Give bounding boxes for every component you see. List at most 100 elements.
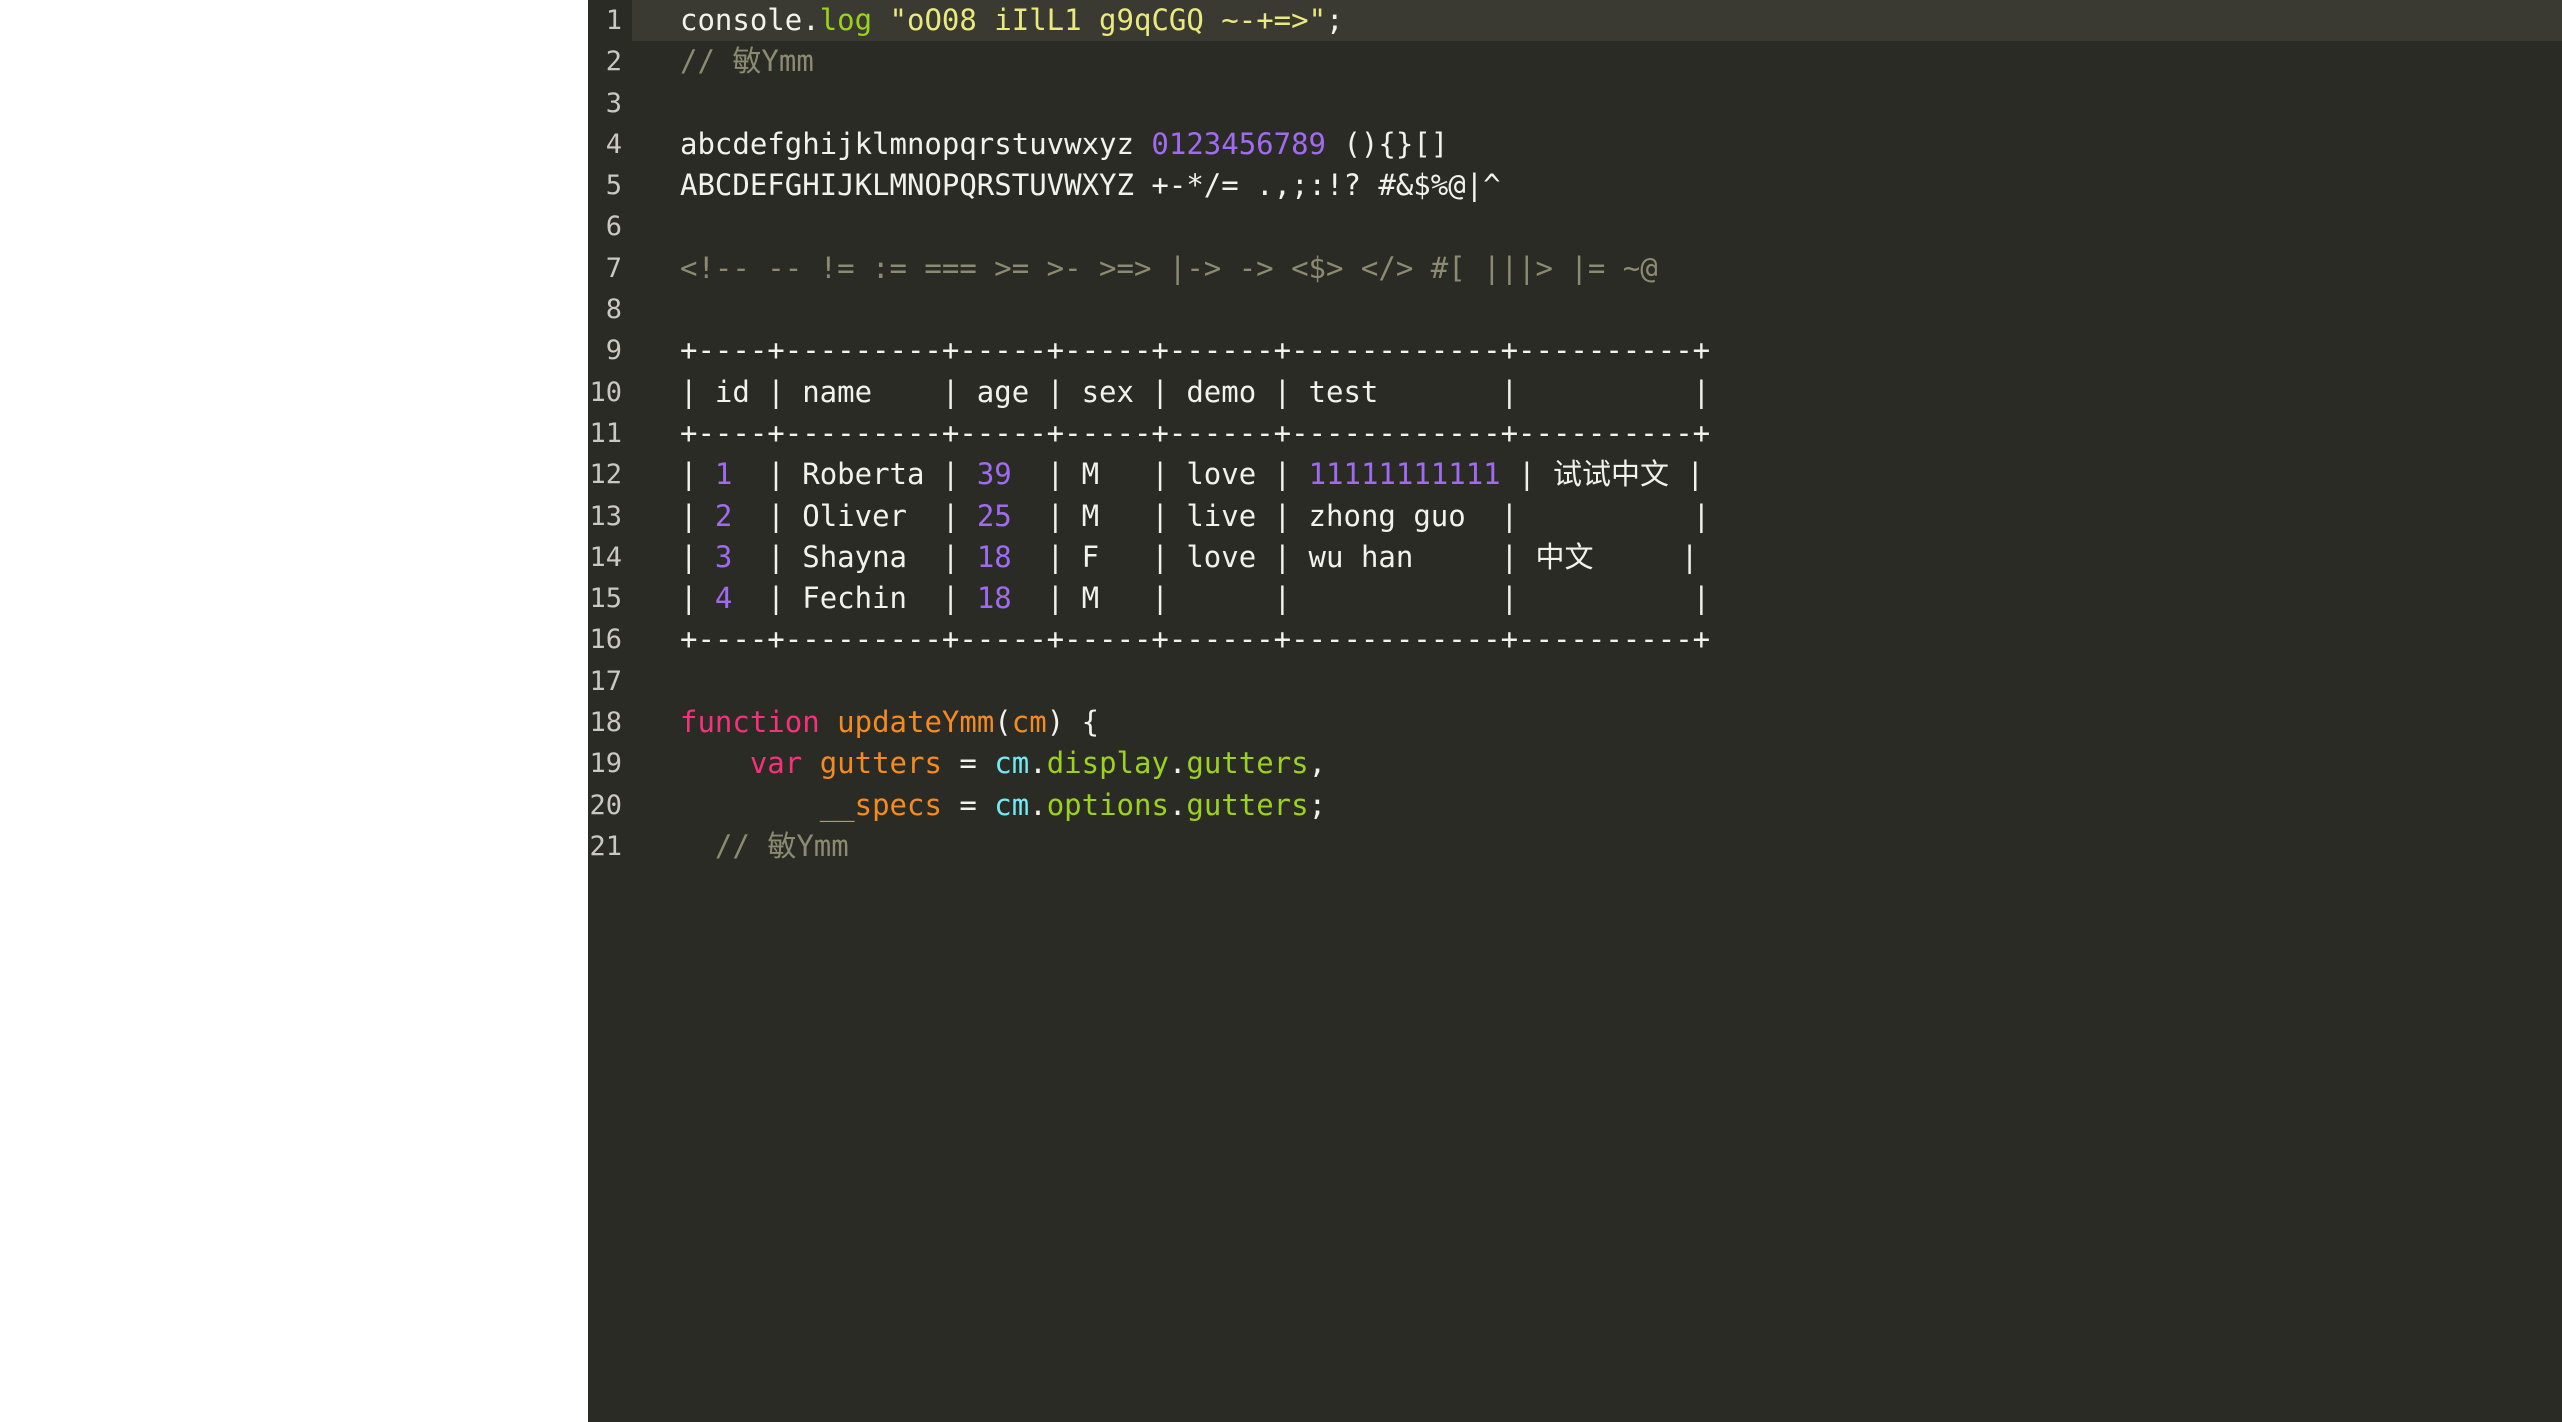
line-code[interactable]: +----+---------+-----+-----+------+-----… — [680, 330, 1710, 371]
line-number[interactable]: 13 — [588, 496, 622, 537]
editor-line[interactable]: 14 | 3 | Shayna | 18 | F | love | wu han … — [588, 537, 2562, 578]
code-token: ; — [1308, 787, 1327, 822]
editor-line[interactable]: 20 __specs = cm.options.gutters; — [588, 785, 2562, 826]
code-token: . — [1029, 746, 1047, 781]
editor-line[interactable]: 2 // 敏Ymm — [588, 41, 2562, 82]
editor-line[interactable]: 15 | 4 | Fechin | 18 | M | | | | — [588, 578, 2562, 619]
code-token: __specs — [819, 787, 942, 822]
code-token: 0123456789 — [1151, 126, 1327, 161]
line-number[interactable]: 9 — [588, 330, 622, 371]
code-token: | M | live | zhong guo | | — [1011, 498, 1711, 533]
code-token: cm — [994, 746, 1030, 781]
code-token: . — [1168, 746, 1187, 781]
line-code[interactable]: // 敏Ymm — [680, 41, 814, 82]
code-token: | M | | | | — [1011, 581, 1711, 616]
code-token: | — [680, 498, 715, 533]
line-number[interactable]: 17 — [588, 661, 622, 702]
code-token: // — [680, 44, 733, 79]
code-token: 1 — [714, 457, 733, 492]
code-token: | — [680, 539, 715, 574]
line-code[interactable]: +----+---------+-----+-----+------+-----… — [680, 413, 1710, 454]
line-code[interactable]: console.log "oO08 iIlL1 g9qCGQ ~-+=>"; — [680, 0, 1344, 41]
code-token: 18 — [976, 581, 1012, 616]
code-editor[interactable]: 1 console.log "oO08 iIlL1 g9qCGQ ~-+=>"; 2… — [588, 0, 2562, 1422]
editor-line[interactable]: 10 | id | name | age | sex | demo | test … — [588, 372, 2562, 413]
page-root: 1 console.log "oO08 iIlL1 g9qCGQ ~-+=>"; 2… — [0, 0, 2562, 1422]
editor-line[interactable]: 18 function updateYmm(cm) { — [588, 702, 2562, 743]
code-token: 中文 — [1535, 539, 1594, 574]
code-token: | F | love | wu han | — [1011, 539, 1536, 574]
line-code[interactable]: +----+---------+-----+-----+------+-----… — [680, 619, 1710, 660]
line-number[interactable]: 11 — [588, 413, 622, 454]
code-token: | M | love | — [1011, 457, 1309, 492]
line-code[interactable]: | id | name | age | sex | demo | test | … — [680, 372, 1710, 413]
editor-line[interactable]: 13 | 2 | Oliver | 25 | M | live | zhong g… — [588, 496, 2562, 537]
editor-line[interactable]: 1 console.log "oO08 iIlL1 g9qCGQ ~-+=>"; — [588, 0, 2562, 42]
editor-line[interactable]: 16 +----+---------+-----+-----+------+---… — [588, 619, 2562, 660]
line-number[interactable]: 12 — [588, 454, 622, 495]
editor-line[interactable]: 9 +----+---------+-----+-----+------+----… — [588, 330, 2562, 371]
code-token: Ymm — [761, 44, 814, 79]
code-token: 39 — [976, 457, 1012, 492]
code-token: 4 — [714, 581, 733, 616]
editor-line[interactable]: 11 +----+---------+-----+-----+------+---… — [588, 413, 2562, 454]
line-number[interactable]: 7 — [588, 248, 622, 289]
line-number[interactable]: 8 — [588, 289, 622, 330]
line-code[interactable]: <!-- -- != := === >= >- >=> |-> -> <$> <… — [680, 248, 1658, 289]
editor-lines-container: 1 console.log "oO08 iIlL1 g9qCGQ ~-+=>"; 2… — [588, 0, 2562, 867]
line-code[interactable]: function updateYmm(cm) { — [680, 702, 1099, 743]
editor-line[interactable]: 17 — [588, 661, 2562, 702]
line-number[interactable]: 1 — [588, 0, 622, 41]
line-number[interactable]: 19 — [588, 743, 622, 784]
line-number[interactable]: 18 — [588, 702, 622, 743]
line-code[interactable]: __specs = cm.options.gutters; — [680, 785, 1326, 826]
code-token: ABCDEFGHIJKLMNOPQRSTUVWXYZ +-*/= .,;:!? … — [680, 168, 1501, 203]
editor-line[interactable]: 3 — [588, 83, 2562, 124]
line-number[interactable]: 14 — [588, 537, 622, 578]
editor-line[interactable]: 5 ABCDEFGHIJKLMNOPQRSTUVWXYZ +-*/= .,;:!?… — [588, 165, 2562, 206]
code-token: 3 — [714, 539, 733, 574]
line-code[interactable]: | 4 | Fechin | 18 | M | | | | — [680, 578, 1710, 619]
editor-line[interactable]: 7 <!-- -- != := === >= >- >=> |-> -> <$> … — [588, 248, 2562, 289]
line-number[interactable]: 15 — [588, 578, 622, 619]
editor-line[interactable]: 6 — [588, 206, 2562, 247]
line-code[interactable]: ABCDEFGHIJKLMNOPQRSTUVWXYZ +-*/= .,;:!? … — [680, 165, 1501, 206]
line-number[interactable]: 10 — [588, 372, 622, 413]
code-token: gutters — [1186, 746, 1309, 781]
code-token: 敏 — [767, 828, 797, 863]
line-code[interactable]: abcdefghijklmnopqrstuvwxyz 0123456789 ()… — [680, 124, 1448, 165]
editor-line[interactable]: 12 | 1 | Roberta | 39 | M | love | 111111… — [588, 454, 2562, 495]
line-code[interactable]: | 2 | Oliver | 25 | M | live | zhong guo… — [680, 496, 1710, 537]
line-code[interactable]: | 1 | Roberta | 39 | M | love | 11111111… — [680, 454, 1704, 495]
line-number[interactable]: 20 — [588, 785, 622, 826]
line-number[interactable]: 16 — [588, 619, 622, 660]
line-code[interactable]: var gutters = cm.display.gutters, — [680, 743, 1326, 784]
line-number[interactable]: 6 — [588, 206, 622, 247]
editor-line[interactable]: 19 var gutters = cm.display.gutters, — [588, 743, 2562, 784]
line-code[interactable]: // 敏Ymm — [680, 826, 849, 867]
code-token: gutters — [1186, 787, 1309, 822]
code-token: +----+---------+-----+-----+------+-----… — [680, 333, 1711, 368]
line-number[interactable]: 21 — [588, 826, 622, 867]
line-code[interactable]: | 3 | Shayna | 18 | F | love | wu han | … — [680, 537, 1698, 578]
line-number[interactable]: 5 — [588, 165, 622, 206]
code-token: | Roberta | — [732, 457, 977, 492]
code-token: "oO08 iIlL1 g9qCGQ ~-+=>" — [889, 3, 1327, 37]
editor-line[interactable]: 8 — [588, 289, 2562, 330]
code-token: (){}[] — [1326, 126, 1449, 161]
editor-line[interactable]: 21 // 敏Ymm — [588, 826, 2562, 867]
editor-line[interactable]: 4 abcdefghijklmnopqrstuvwxyz 0123456789 (… — [588, 124, 2562, 165]
code-token: display — [1046, 746, 1169, 781]
code-token: <!-- -- != := === >= >- >=> |-> -> <$> <… — [680, 250, 1658, 285]
line-number[interactable]: 4 — [588, 124, 622, 165]
line-number[interactable]: 2 — [588, 41, 622, 82]
code-token: | — [680, 581, 715, 616]
code-token: 2 — [714, 498, 733, 533]
code-token: ; — [1326, 3, 1344, 37]
code-token: +----+---------+-----+-----+------+-----… — [680, 415, 1711, 450]
line-number[interactable]: 3 — [588, 83, 622, 124]
